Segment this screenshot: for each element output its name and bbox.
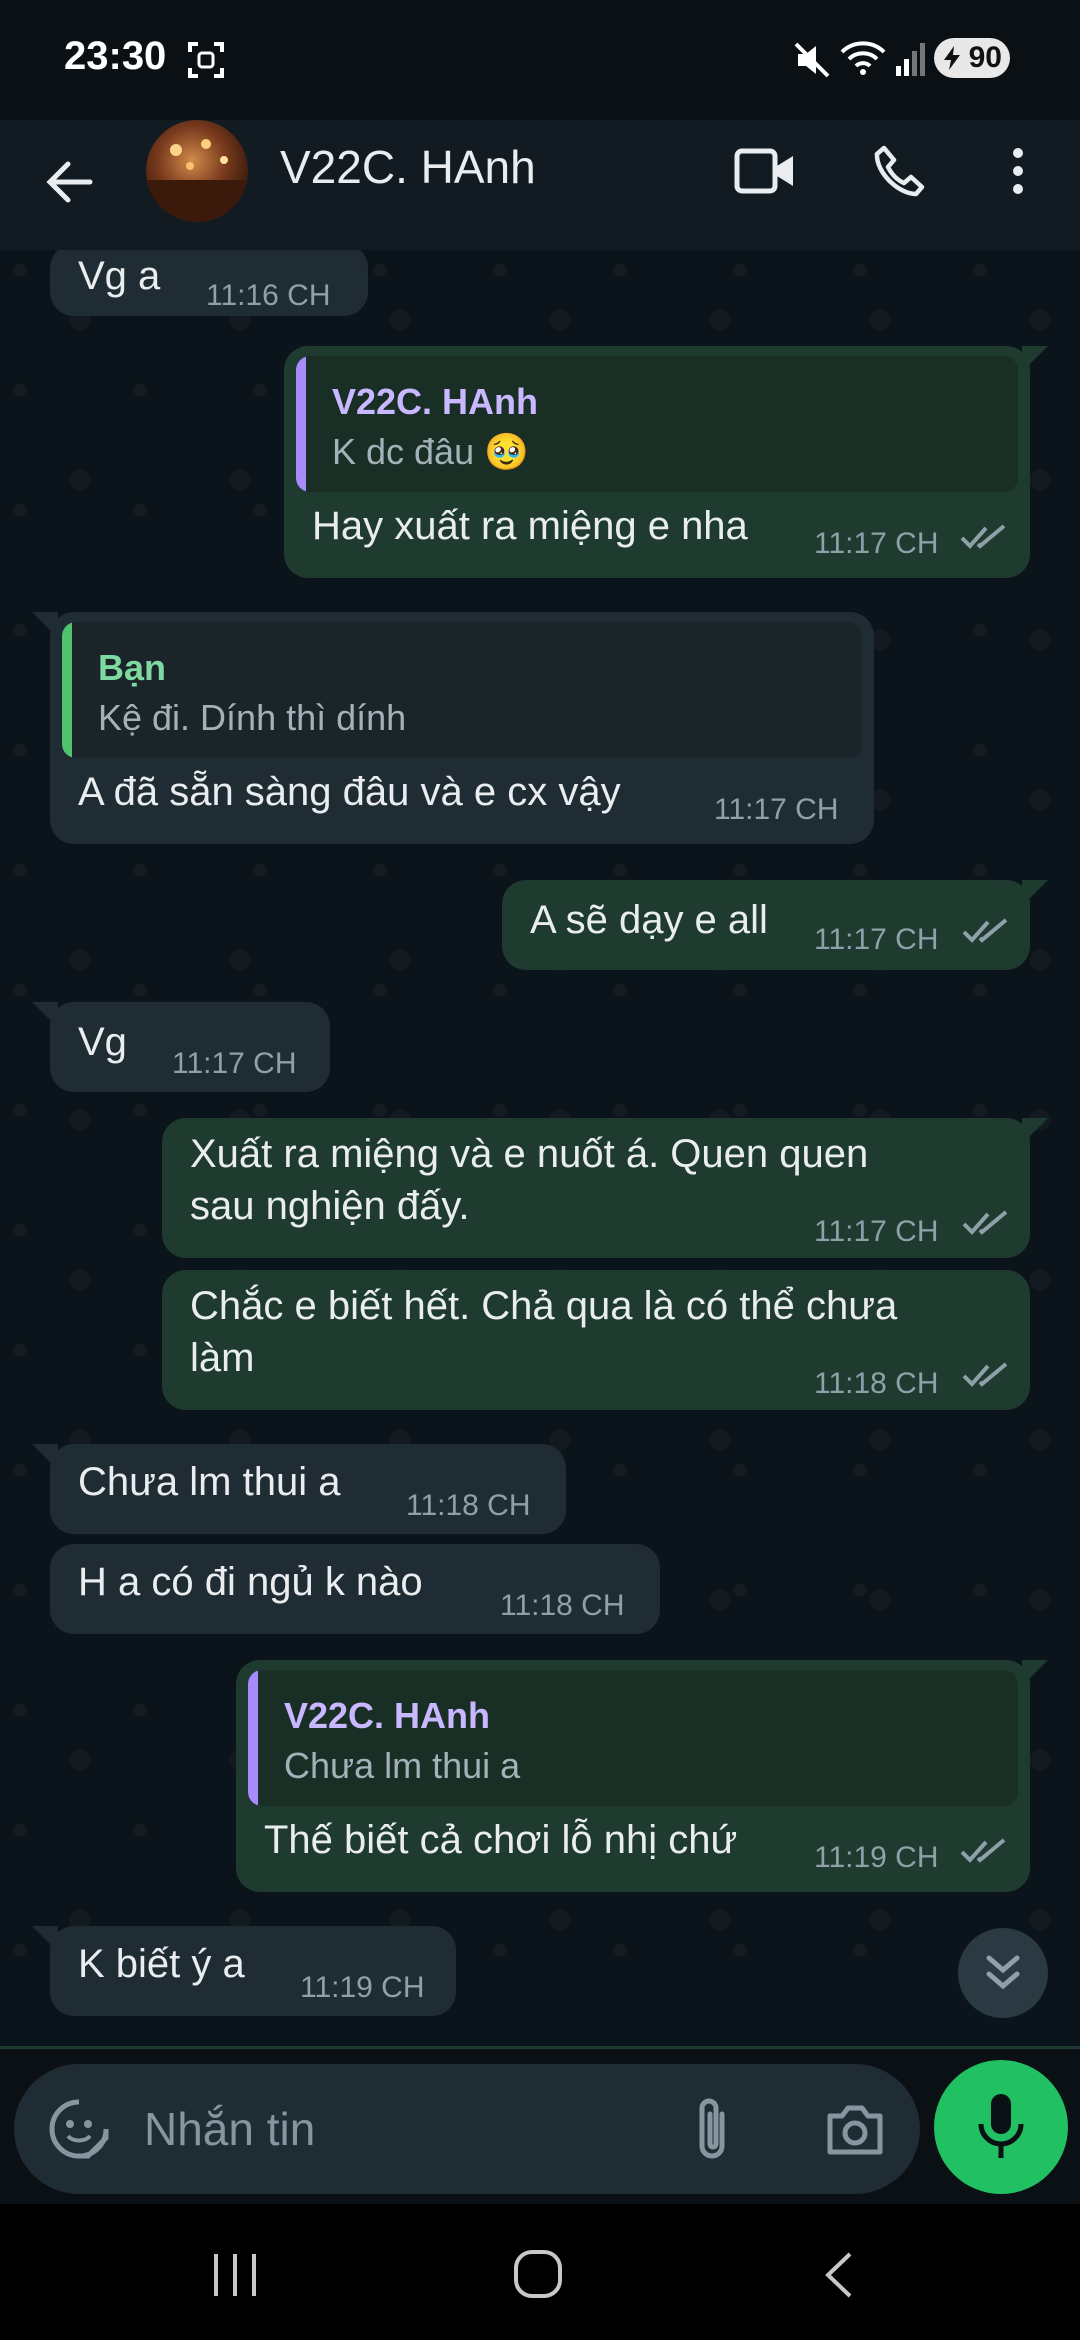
- video-camera-icon[interactable]: [734, 146, 796, 196]
- battery-indicator: 90: [934, 38, 1010, 78]
- message-text: K biết ý a: [78, 1942, 245, 1986]
- message-time: 11:17 CH: [814, 923, 939, 956]
- message-out[interactable]: V22C. HAnh Chưa lm thui a Thế biết cả ch…: [236, 1660, 1048, 1892]
- message-time: 11:19 CH: [300, 1971, 425, 2004]
- wifi-icon: [840, 41, 886, 75]
- message-time: 11:16 CH: [206, 279, 331, 312]
- status-time: 23:30: [64, 34, 167, 78]
- divider: [0, 2046, 1080, 2049]
- double-chevron-down-icon: [986, 1955, 1020, 1990]
- scroll-to-bottom-button[interactable]: [958, 1928, 1048, 2018]
- double-check-icon: [960, 524, 1006, 549]
- sticker-icon[interactable]: [48, 2098, 110, 2160]
- phone-icon[interactable]: [872, 144, 926, 198]
- message-text: Chắc e biết hết. Chả qua là có thể chưa: [190, 1284, 898, 1328]
- message-out[interactable]: Chắc e biết hết. Chả qua là có thể chưa …: [162, 1270, 1030, 1410]
- system-nav-bar: [0, 2204, 1080, 2340]
- contact-name[interactable]: V22C. HAnh: [280, 140, 536, 194]
- avatar-image: [146, 139, 248, 222]
- status-bar: 23:30 90: [0, 0, 1080, 120]
- message-out[interactable]: V22C. HAnh K dc đâu 🥹 Hay xuất ra miệng …: [284, 346, 1048, 578]
- message-time: 11:18 CH: [500, 1589, 625, 1622]
- double-check-icon: [962, 918, 1008, 943]
- double-check-icon: [960, 1838, 1006, 1863]
- double-check-icon: [962, 1210, 1008, 1235]
- recent-apps-icon[interactable]: [210, 2252, 260, 2298]
- message-time: 11:17 CH: [714, 793, 839, 826]
- message-time: 11:19 CH: [814, 1841, 939, 1874]
- quote-author: Bạn: [98, 647, 167, 688]
- message-in[interactable]: Vg 11:17 CH: [32, 1002, 330, 1092]
- reply-quote[interactable]: Bạn Kệ đi. Dính thì dính: [62, 622, 862, 758]
- message-text: Thế biết cả chơi lỗ nhị chứ: [264, 1818, 738, 1862]
- paperclip-icon[interactable]: [692, 2094, 732, 2164]
- message-text: H a có đi ngủ k nào: [78, 1560, 423, 1604]
- arrow-left-icon[interactable]: [40, 152, 100, 212]
- message-time: 11:17 CH: [172, 1047, 297, 1080]
- message-text: A sẽ dạy e all: [530, 898, 768, 942]
- microphone-icon: [978, 2094, 1024, 2158]
- message-text: Xuất ra miệng và e nuốt á. Quen quen: [190, 1132, 869, 1176]
- quote-bar: [248, 1670, 258, 1806]
- quote-text: K dc đâu 🥹: [332, 431, 529, 472]
- mute-icon: [794, 42, 830, 78]
- voice-record-button[interactable]: [934, 2060, 1068, 2194]
- message-time: 11:17 CH: [814, 1215, 939, 1248]
- message-out[interactable]: A sẽ dạy e all 11:17 CH: [502, 880, 1048, 970]
- reply-quote[interactable]: V22C. HAnh Chưa lm thui a: [248, 1670, 1018, 1806]
- quote-text: Chưa lm thui a: [284, 1745, 521, 1786]
- home-icon[interactable]: [512, 2248, 564, 2300]
- message-list[interactable]: Vg a 11:16 CH V22C. HAnh K dc đâu 🥹 Hay …: [0, 250, 1080, 2050]
- message-in[interactable]: Bạn Kệ đi. Dính thì dính A đã sẵn sàng đ…: [32, 612, 874, 844]
- message-in[interactable]: H a có đi ngủ k nào 11:18 CH: [50, 1544, 660, 1634]
- message-text: sau nghiện đấy.: [190, 1184, 470, 1228]
- quote-text: Kệ đi. Dính thì dính: [98, 697, 407, 738]
- more-vert-icon[interactable]: [1006, 146, 1030, 196]
- message-input[interactable]: Nhắn tin: [144, 2102, 315, 2156]
- message-text: A đã sẵn sàng đâu và e cx vậy: [78, 770, 621, 814]
- quote-bar: [296, 356, 306, 492]
- message-time: 11:18 CH: [814, 1367, 939, 1400]
- message-text: Vg a: [78, 254, 161, 298]
- quote-author: V22C. HAnh: [284, 1695, 491, 1736]
- quote-bar: [62, 622, 72, 758]
- signal-icon: [896, 43, 925, 76]
- avatar[interactable]: [146, 120, 248, 222]
- message-text: Hay xuất ra miệng e nha: [312, 504, 748, 548]
- quote-author: V22C. HAnh: [332, 381, 539, 422]
- message-text: Vg: [78, 1020, 127, 1064]
- back-icon[interactable]: [822, 2250, 856, 2300]
- screenshot-icon: [188, 42, 224, 78]
- battery-level: 90: [968, 41, 1002, 74]
- message-text: Chưa lm thui a: [78, 1460, 341, 1504]
- message-composer[interactable]: Nhắn tin: [14, 2064, 920, 2194]
- message-in[interactable]: Chưa lm thui a 11:18 CH: [32, 1444, 566, 1534]
- message-time: 11:17 CH: [814, 527, 939, 560]
- message-out[interactable]: Xuất ra miệng và e nuốt á. Quen quen sau…: [162, 1118, 1048, 1258]
- message-in[interactable]: Vg a 11:16 CH: [50, 250, 368, 316]
- charging-icon: [944, 46, 960, 70]
- reply-quote[interactable]: V22C. HAnh K dc đâu 🥹: [296, 356, 1018, 492]
- double-check-icon: [962, 1362, 1008, 1387]
- message-time: 11:18 CH: [406, 1489, 531, 1522]
- camera-icon[interactable]: [824, 2102, 886, 2158]
- message-in[interactable]: K biết ý a 11:19 CH: [32, 1926, 456, 2016]
- message-text: làm: [190, 1336, 255, 1380]
